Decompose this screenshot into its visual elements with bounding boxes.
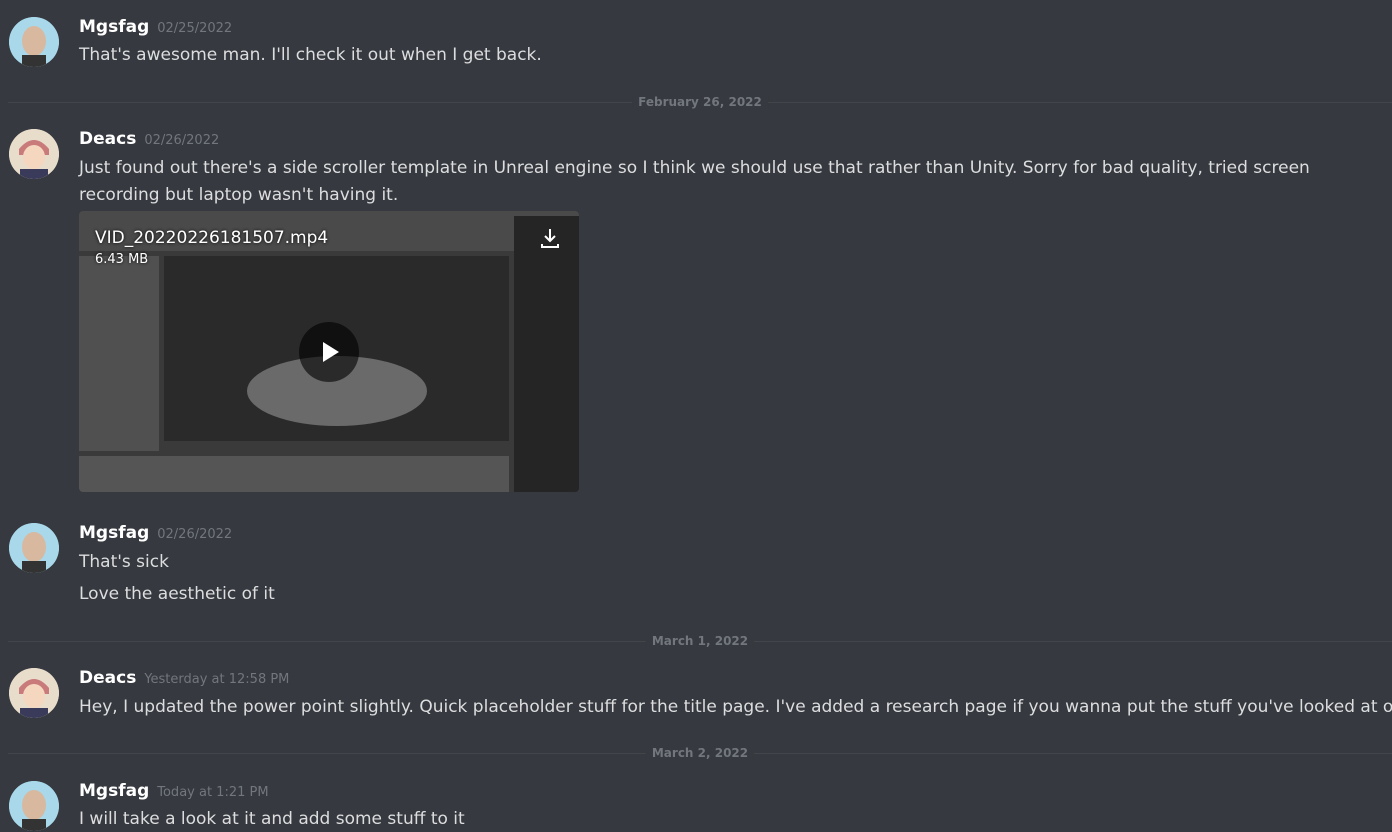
message-group: Mgsfag Today at 1:21 PM I will take a loo… — [0, 0, 1392, 832]
avatar[interactable] — [9, 781, 59, 831]
username[interactable]: Mgsfag Today at 1:21 PM — [79, 781, 269, 801]
message-text: I will take a look at it and add some st… — [79, 809, 465, 829]
timestamp: Today at 1:21 PM — [157, 785, 269, 800]
